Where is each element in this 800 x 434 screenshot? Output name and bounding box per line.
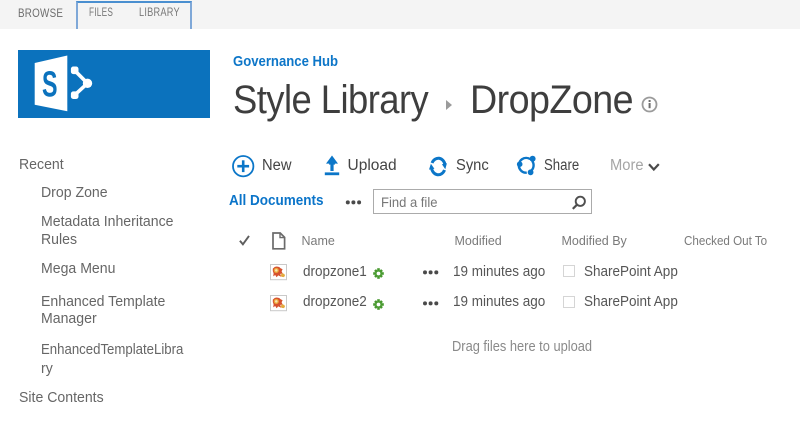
svg-text:S: S (42, 64, 58, 105)
